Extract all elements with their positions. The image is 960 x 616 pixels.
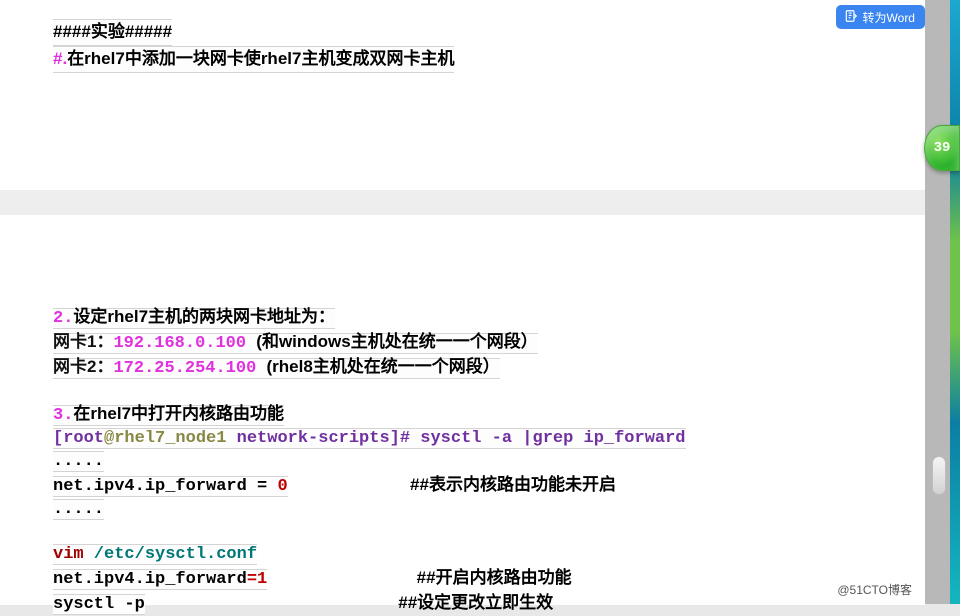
page-gap [0,190,925,215]
step-2-title: 2.设定rhel7主机的两块网卡地址为： [53,305,895,330]
page-top: ####实验##### #.在rhel7中添加一块网卡使rhel7主机变成双网卡… [0,0,925,190]
score-value: 39 [934,140,951,156]
step-2-nic2: 网卡2：172.25.254.100 (rhel8主机处在统一一个网段） [53,355,895,380]
score-badge[interactable]: 39 [924,125,960,171]
watermark: @51CTO博客 [837,581,912,598]
ipforward-1: net.ipv4.ip_forward=1 ##开启内核路由功能 [53,566,895,591]
word-btn-label: 转为Word [863,9,915,26]
vim-cmd: vim /etc/sysctl.conf [53,543,895,566]
step-3-dots-2: ..... [53,498,895,521]
step-2-nic1: 网卡1：192.168.0.100 (和windows主机处在统一一个网段） [53,330,895,355]
step-1-line: #.在rhel7中添加一块网卡使rhel7主机变成双网卡主机 [53,46,454,73]
step-3-cmd: [root@rhel7_node1 network-scripts]# sysc… [53,427,895,450]
word-icon [844,9,858,26]
step-3-dots-1: ..... [53,450,895,473]
heading-experiment: ####实验##### [53,19,172,46]
step-3-title: 3.在rhel7中打开内核路由功能 [53,402,895,427]
page-bottom: 2.设定rhel7主机的两块网卡地址为： 网卡1：192.168.0.100 (… [0,215,925,605]
scroll-handle[interactable] [932,456,946,495]
step-3-ipforward-0: net.ipv4.ip_forward = 0 ##表示内核路由功能未开启 [53,473,895,498]
rail-stripe [950,0,960,604]
convert-to-word-button[interactable]: 转为Word [836,5,925,29]
